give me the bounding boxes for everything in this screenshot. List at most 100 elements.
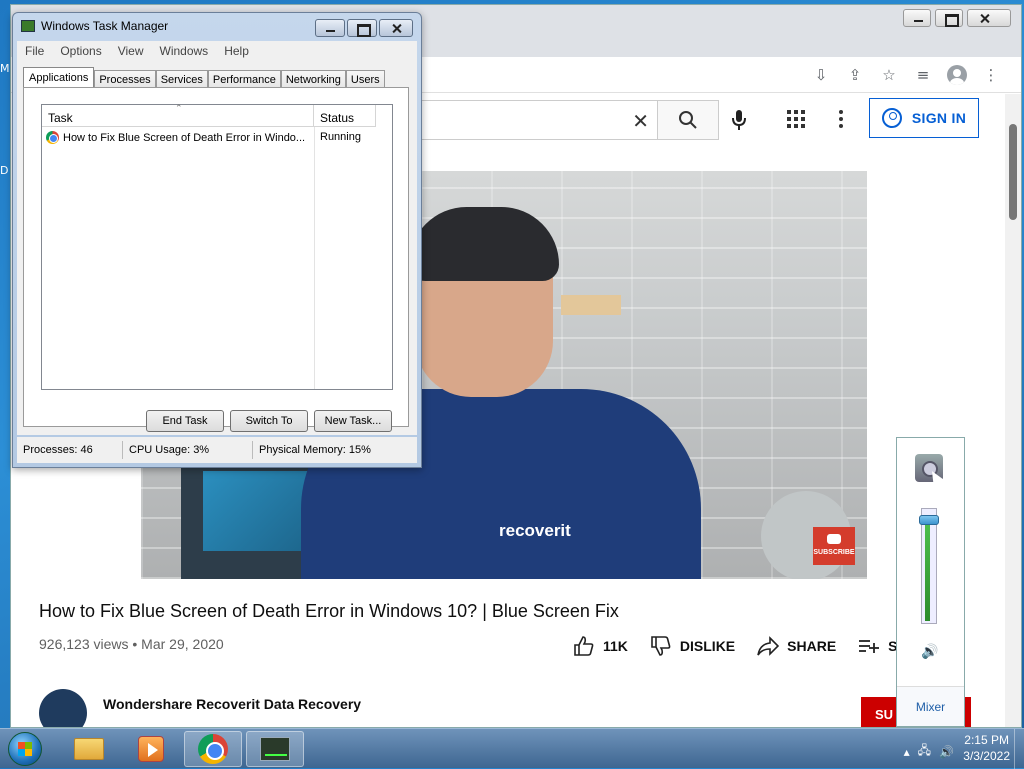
share-page-icon[interactable]: ⇪ xyxy=(843,63,867,87)
column-header-status[interactable]: Status xyxy=(314,105,376,127)
tab-applications[interactable]: Applications xyxy=(23,67,95,89)
column-header-status-label: Status xyxy=(320,111,355,125)
chrome-icon xyxy=(198,734,228,764)
video-frame-shelf xyxy=(561,295,621,315)
like-button[interactable]: 11K xyxy=(573,635,628,657)
share-label: SHARE xyxy=(787,638,837,654)
search-icon xyxy=(679,111,697,129)
network-icon[interactable]: 🖧 xyxy=(918,741,931,762)
taskbar-explorer[interactable] xyxy=(60,731,118,767)
search-button[interactable] xyxy=(657,100,719,140)
media-player-icon xyxy=(138,736,164,762)
applications-panel: ⌃ Task Status How to Fix Blue Screen of … xyxy=(23,87,409,432)
dislike-label: DISLIKE xyxy=(679,638,736,654)
task-list[interactable]: ⌃ Task Status How to Fix Blue Screen of … xyxy=(41,103,393,390)
tm-close-button[interactable] xyxy=(379,19,413,37)
install-app-icon[interactable]: ⇩ xyxy=(809,63,833,87)
tm-maximize-button[interactable] xyxy=(347,19,377,37)
folder-icon xyxy=(74,738,104,760)
volume-slider[interactable] xyxy=(919,508,939,624)
task-manager-icon xyxy=(260,737,290,761)
menu-help[interactable]: Help xyxy=(224,44,249,58)
profile-button[interactable] xyxy=(945,63,969,87)
like-count: 11K xyxy=(603,638,628,654)
bookmark-star-icon[interactable]: ☆ xyxy=(877,63,901,87)
menu-file[interactable]: File xyxy=(25,44,44,58)
task-manager-window-controls xyxy=(315,19,413,37)
task-manager-titlebar[interactable]: Windows Task Manager xyxy=(21,19,168,33)
search-input[interactable]: ✕ xyxy=(391,100,657,140)
new-task-button[interactable]: New Task... xyxy=(314,410,392,432)
share-arrow-icon xyxy=(757,636,780,656)
taskbar-chrome[interactable] xyxy=(184,731,242,767)
column-header-task[interactable]: ⌃ Task xyxy=(42,103,314,127)
clock-date: 3/3/2022 xyxy=(963,749,1010,763)
column-header-task-label: Task xyxy=(48,111,73,125)
volume-icon[interactable]: 🔊 xyxy=(939,745,954,759)
share-button[interactable]: SHARE xyxy=(757,635,836,657)
channel-avatar[interactable] xyxy=(39,689,87,727)
taskbar-media-player[interactable] xyxy=(122,731,180,767)
sign-in-button[interactable]: SIGN IN xyxy=(869,98,979,138)
taskbar-task-manager[interactable] xyxy=(246,731,304,767)
shirt-logo-text: recoverit xyxy=(499,521,571,540)
volume-level-fill xyxy=(925,516,930,621)
media-control-icon[interactable]: ≡ xyxy=(911,63,935,87)
microphone-icon xyxy=(732,110,746,130)
table-row[interactable]: How to Fix Blue Screen of Death Error in… xyxy=(46,131,376,144)
maximize-button[interactable] xyxy=(935,9,963,27)
window-title: Windows Task Manager xyxy=(41,19,169,33)
mute-speaker-icon[interactable]: 🔊 xyxy=(921,644,941,660)
video-frame-person-hair xyxy=(409,207,559,281)
avatar-icon xyxy=(947,65,967,85)
menu-view[interactable]: View xyxy=(118,44,144,58)
volume-slider-thumb[interactable] xyxy=(919,515,939,525)
windows-logo-icon xyxy=(18,742,32,756)
video-views-date: 926,123 views • Mar 29, 2020 xyxy=(39,636,224,652)
menu-windows[interactable]: Windows xyxy=(160,44,209,58)
cpu-usage: CPU Usage: 3% xyxy=(123,441,253,459)
tm-minimize-button[interactable] xyxy=(315,19,345,37)
menu-options[interactable]: Options xyxy=(60,44,101,58)
browser-window-controls xyxy=(903,9,1011,27)
task-manager-body: Applications Processes Services Performa… xyxy=(17,61,417,435)
settings-more-icon[interactable] xyxy=(831,104,851,134)
clock[interactable]: 2:15 PM 3/3/2022 xyxy=(963,732,1010,764)
maximize-icon xyxy=(936,10,962,27)
chrome-icon xyxy=(46,131,59,144)
scroll-thumb[interactable] xyxy=(1009,124,1017,220)
show-desktop-button[interactable] xyxy=(1014,729,1024,769)
playlist-add-icon xyxy=(859,640,880,653)
channel-name[interactable]: Wondershare Recoverit Data Recovery xyxy=(103,696,361,712)
start-button[interactable] xyxy=(8,732,42,766)
page-scrollbar[interactable] xyxy=(1005,94,1021,727)
close-button[interactable] xyxy=(967,9,1011,27)
column-divider xyxy=(314,127,315,389)
show-hidden-icons-icon[interactable]: ▴ xyxy=(904,745,910,759)
close-icon xyxy=(968,10,1010,26)
task-name: How to Fix Blue Screen of Death Error in… xyxy=(63,131,306,144)
physical-memory: Physical Memory: 15% xyxy=(259,444,371,456)
dislike-button[interactable]: DISLIKE xyxy=(650,635,735,657)
minimize-button[interactable] xyxy=(903,9,931,27)
desktop-icon-label-d: D xyxy=(0,164,9,177)
switch-to-button[interactable]: Switch To xyxy=(230,410,308,432)
taskbar: ▴ 🖧 🔊 2:15 PM 3/3/2022 xyxy=(0,728,1024,769)
video-title: How to Fix Blue Screen of Death Error in… xyxy=(39,601,619,621)
status-bar: Processes: 46 CPU Usage: 3% Physical Mem… xyxy=(17,437,417,463)
sign-in-label: SIGN IN xyxy=(911,110,967,126)
user-icon xyxy=(881,108,902,128)
mixer-link[interactable]: Mixer xyxy=(897,686,964,726)
thumbs-up-icon xyxy=(574,636,594,656)
apps-grid-icon[interactable] xyxy=(781,104,811,134)
end-task-button[interactable]: End Task xyxy=(146,410,224,432)
volume-popup: 🔊 Mixer xyxy=(896,437,965,727)
minimize-icon xyxy=(904,10,930,26)
voice-search-button[interactable] xyxy=(721,102,757,138)
clear-search-icon[interactable]: ✕ xyxy=(632,109,649,133)
desktop-icon-label-m: M xyxy=(0,62,10,75)
task-manager-icon xyxy=(21,20,35,32)
clock-time: 2:15 PM xyxy=(964,733,1009,747)
subscribe-watermark[interactable]: SUBSCRIBE xyxy=(813,527,855,565)
browser-menu-icon[interactable]: ⋮ xyxy=(979,63,1003,87)
